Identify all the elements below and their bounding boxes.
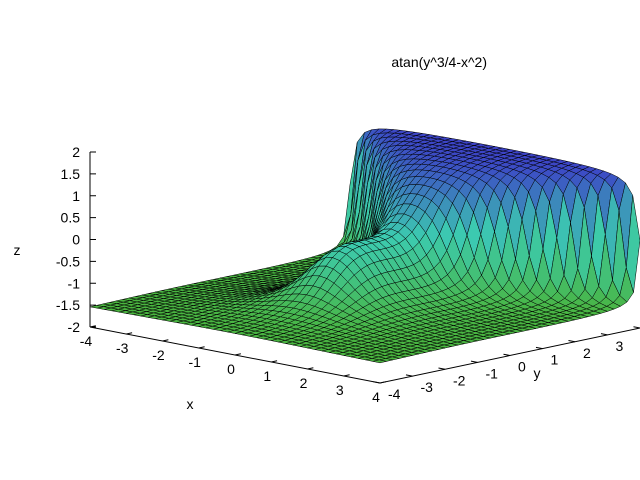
x-tick-label: 1 [263,368,271,384]
z-tick-label: 0 [72,232,80,248]
z-tick-label: -1 [68,275,81,291]
y-tick-mark [568,339,576,343]
y-tick-mark [405,374,413,377]
x-tick-label: -3 [116,340,129,356]
y-tick-mark [503,353,511,356]
x-tick-label: -1 [189,354,202,370]
y-tick-label: 3 [616,338,624,354]
x-tick-mark [162,339,169,342]
z-tick-label: -1.5 [56,297,80,313]
x-tick-mark [234,353,241,356]
y-tick-label: -3 [421,379,434,395]
z-axis: -2 -1.5 -1 -0.5 0 0.5 1 1.5 2 [56,144,96,335]
x-tick-label: 0 [227,361,235,377]
y-tick-label: 1 [551,352,559,368]
x-tick-label: 2 [300,375,308,391]
legend-title: atan(y^3/4-x^2) [391,54,487,70]
y-axis-label: y [534,365,541,381]
x-tick-label: 3 [336,382,344,398]
z-tick-label: -0.5 [56,253,80,269]
y-tick-label: -2 [453,372,466,388]
y-tick-label: -1 [486,365,499,381]
z-tick-label: 1 [72,188,80,204]
x-tick-label: -2 [152,347,165,363]
z-tick-label: 0.5 [61,210,81,226]
surface-plot: -2 -1.5 -1 -0.5 0 0.5 1 1.5 2 -4 -3 -2 -1 0 1 2 3 4 -4 -3… [14,54,640,412]
x-tick-mark [343,374,350,377]
y-tick-mark [633,326,640,329]
z-tick-label: 2 [72,144,80,160]
x-axis-label: x [187,396,194,412]
surface-mesh [89,128,640,364]
y-tick-mark [373,381,381,384]
z-tick-label: 1.5 [61,166,81,182]
y-tick-mark [470,360,478,363]
y-tick-label: 2 [583,345,591,361]
y-tick-label: 0 [518,359,526,375]
z-tick-label: -2 [68,319,81,335]
y-tick-label: -4 [388,386,401,402]
x-tick-label: 4 [372,389,380,405]
y-tick-mark [438,367,446,370]
x-tick-mark [271,360,278,363]
z-axis-label: z [14,242,21,258]
x-tick-mark [126,332,133,335]
x-tick-mark [307,367,314,370]
x-tick-label: -4 [80,333,93,349]
y-tick-mark [600,333,608,336]
x-tick-mark [198,346,205,349]
y-tick-mark [535,346,543,350]
